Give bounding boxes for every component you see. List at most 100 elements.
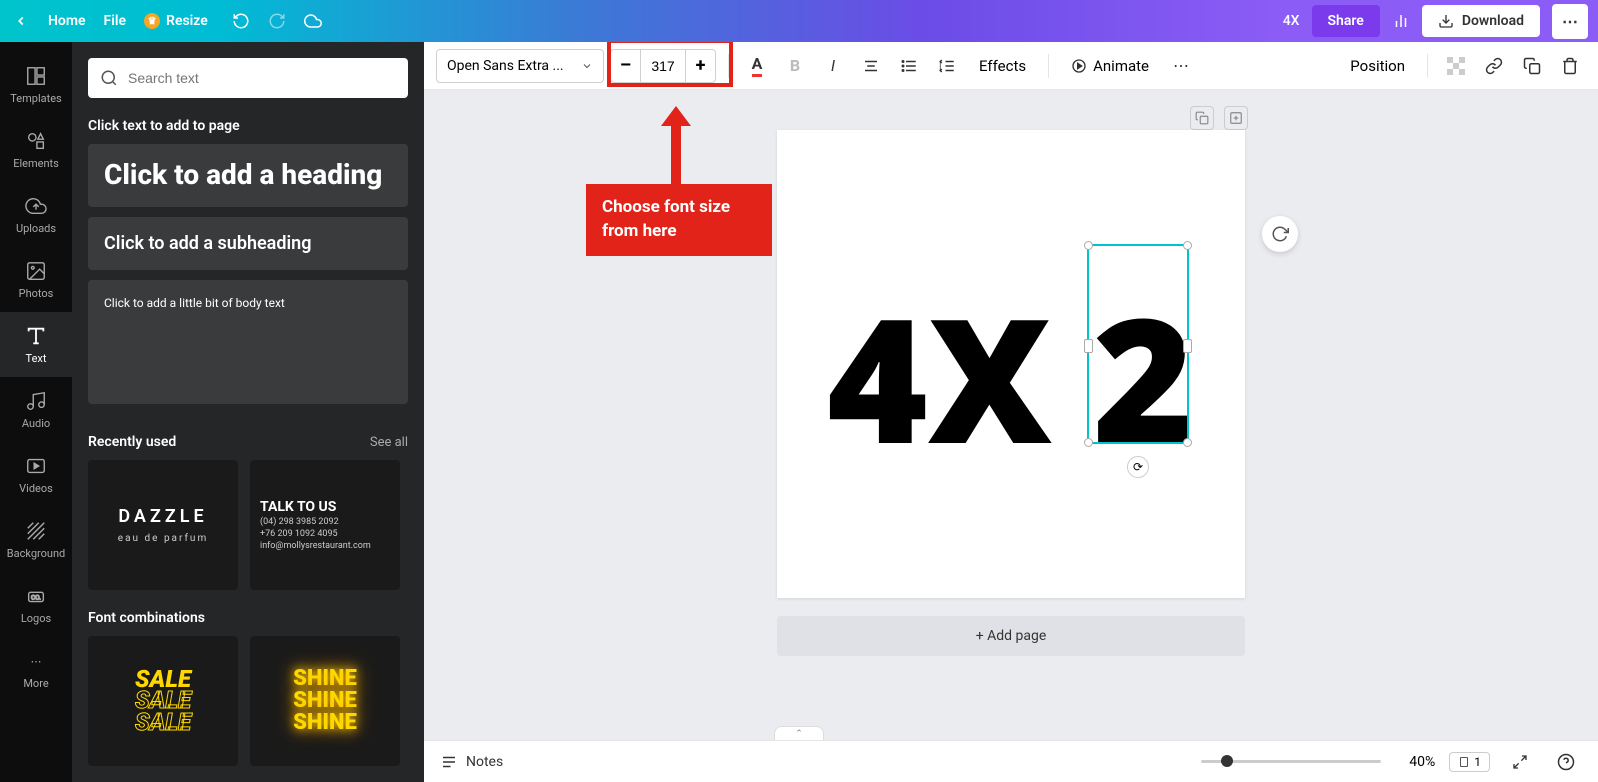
search-box[interactable] <box>88 58 408 98</box>
zoom-label[interactable]: 40% <box>1395 754 1435 770</box>
uploads-icon <box>24 194 48 218</box>
resize-button[interactable]: ♛Resize <box>144 13 208 29</box>
position-button[interactable]: Position <box>1340 57 1415 75</box>
thumb-line: +76 209 1092 4095 <box>260 529 338 539</box>
italic-button[interactable]: I <box>817 50 849 82</box>
font-size-increase[interactable]: + <box>685 50 715 82</box>
rail-templates[interactable]: Templates <box>0 52 72 117</box>
templates-icon <box>24 64 48 88</box>
document-title[interactable]: 4X <box>1283 13 1300 29</box>
audio-icon <box>24 389 48 413</box>
see-all-link[interactable]: See all <box>370 435 408 450</box>
combo-thumb-sale[interactable]: SALE SALE SALE <box>88 636 238 766</box>
bold-button[interactable]: B <box>779 50 811 82</box>
recent-thumb-talk[interactable]: TALK TO US (04) 298 3985 2092 +76 209 10… <box>250 460 400 590</box>
thumb-line: info@mollysrestaurant.com <box>260 541 371 551</box>
add-body-card[interactable]: Click to add a little bit of body text <box>88 280 408 404</box>
canvas-page[interactable]: 4X 2 ⟳ <box>777 130 1245 598</box>
redo-icon[interactable] <box>268 12 286 30</box>
share-button[interactable]: Share <box>1312 5 1380 37</box>
rail-background[interactable]: Background <box>0 507 72 572</box>
crown-icon: ♛ <box>144 13 160 29</box>
page-indicator[interactable]: 1 <box>1449 752 1490 772</box>
recent-thumb-dazzle[interactable]: DAZZLE eau de parfum <box>88 460 238 590</box>
rail-text[interactable]: Text <box>0 312 72 377</box>
canvas-scroll[interactable]: 4X 2 ⟳ + Add page <box>424 90 1598 740</box>
add-heading-card[interactable]: Click to add a heading <box>88 144 408 207</box>
rail-photos[interactable]: Photos <box>0 247 72 312</box>
thumb-title: DAZZLE <box>118 506 207 527</box>
annotation-arrow <box>661 106 691 184</box>
home-button[interactable]: Home <box>48 13 86 29</box>
delete-button[interactable] <box>1554 50 1586 82</box>
thumb-line: SALE <box>135 712 191 734</box>
cloud-sync-icon[interactable] <box>304 12 322 30</box>
add-subheading-card[interactable]: Click to add a subheading <box>88 217 408 270</box>
file-button[interactable]: File <box>104 13 127 29</box>
more-icon: ⋯ <box>24 649 48 673</box>
canvas-area: Open Sans Extra ... – + A B I Effects <box>424 42 1598 782</box>
chevron-down-icon <box>581 60 593 72</box>
list-button[interactable] <box>893 50 925 82</box>
rail-logos[interactable]: CO.Logos <box>0 572 72 637</box>
page-icon <box>1458 756 1470 768</box>
page-strip-expand[interactable]: ⌃ <box>774 726 824 740</box>
rail-audio[interactable]: Audio <box>0 377 72 442</box>
left-rail: Templates Elements Uploads Photos Text A… <box>0 42 72 782</box>
background-icon <box>24 519 48 543</box>
rail-uploads[interactable]: Uploads <box>0 182 72 247</box>
page-actions <box>1190 106 1248 130</box>
bottom-bar: Notes 40% 1 <box>424 740 1598 782</box>
thumb-line: SHINE <box>293 712 357 734</box>
selection-box[interactable]: ⟳ <box>1087 244 1189 444</box>
annotation-text: Choose font size from here <box>586 184 772 256</box>
logos-icon: CO. <box>24 584 48 608</box>
undo-icon[interactable] <box>232 12 250 30</box>
font-size-input[interactable] <box>641 50 685 82</box>
transparency-button[interactable] <box>1440 50 1472 82</box>
add-page-button[interactable]: + Add page <box>777 616 1245 656</box>
help-button[interactable] <box>1550 746 1582 778</box>
thumb-title: TALK TO US <box>260 499 336 515</box>
regenerate-button[interactable] <box>1262 216 1298 252</box>
thumb-line: SHINE <box>293 668 357 690</box>
font-combinations-label: Font combinations <box>88 610 205 626</box>
notes-icon <box>440 753 458 771</box>
text-element-4x[interactable]: 4X <box>827 260 1052 494</box>
fullscreen-button[interactable] <box>1504 746 1536 778</box>
back-icon[interactable] <box>12 12 30 30</box>
zoom-slider[interactable] <box>1201 760 1381 763</box>
effects-button[interactable]: Effects <box>969 57 1036 75</box>
font-family-select[interactable]: Open Sans Extra ... <box>436 49 604 83</box>
copy-button[interactable] <box>1516 50 1548 82</box>
rail-elements[interactable]: Elements <box>0 117 72 182</box>
rail-more[interactable]: ⋯More <box>0 637 72 702</box>
stats-icon[interactable] <box>1392 12 1410 30</box>
text-toolbar: Open Sans Extra ... – + A B I Effects <box>424 42 1598 90</box>
videos-icon <box>24 454 48 478</box>
align-button[interactable] <box>855 50 887 82</box>
refresh-icon <box>1271 225 1289 243</box>
spacing-button[interactable] <box>931 50 963 82</box>
add-page-button-top[interactable] <box>1224 106 1248 130</box>
search-icon <box>100 69 118 87</box>
duplicate-page-button[interactable] <box>1190 106 1214 130</box>
svg-text:CO.: CO. <box>31 594 41 602</box>
text-color-button[interactable]: A <box>741 50 773 82</box>
download-button[interactable]: Download <box>1422 5 1540 37</box>
more-button[interactable]: ⋯ <box>1552 4 1588 39</box>
search-input[interactable] <box>128 70 396 86</box>
combo-thumb-shine[interactable]: SHINE SHINE SHINE <box>250 636 400 766</box>
side-panel: Click text to add to page Click to add a… <box>72 42 424 782</box>
toolbar-more-button[interactable]: ⋯ <box>1165 50 1197 82</box>
notes-button[interactable]: Notes <box>440 753 503 771</box>
rail-videos[interactable]: Videos <box>0 442 72 507</box>
animate-button[interactable]: Animate <box>1061 57 1159 75</box>
link-button[interactable] <box>1478 50 1510 82</box>
thumb-line: SHINE <box>293 690 357 712</box>
rotate-handle[interactable]: ⟳ <box>1127 456 1149 478</box>
recently-used-label: Recently used <box>88 434 176 450</box>
thumb-subtitle: eau de parfum <box>118 533 208 544</box>
font-size-decrease[interactable]: – <box>611 50 641 82</box>
elements-icon <box>24 129 48 153</box>
